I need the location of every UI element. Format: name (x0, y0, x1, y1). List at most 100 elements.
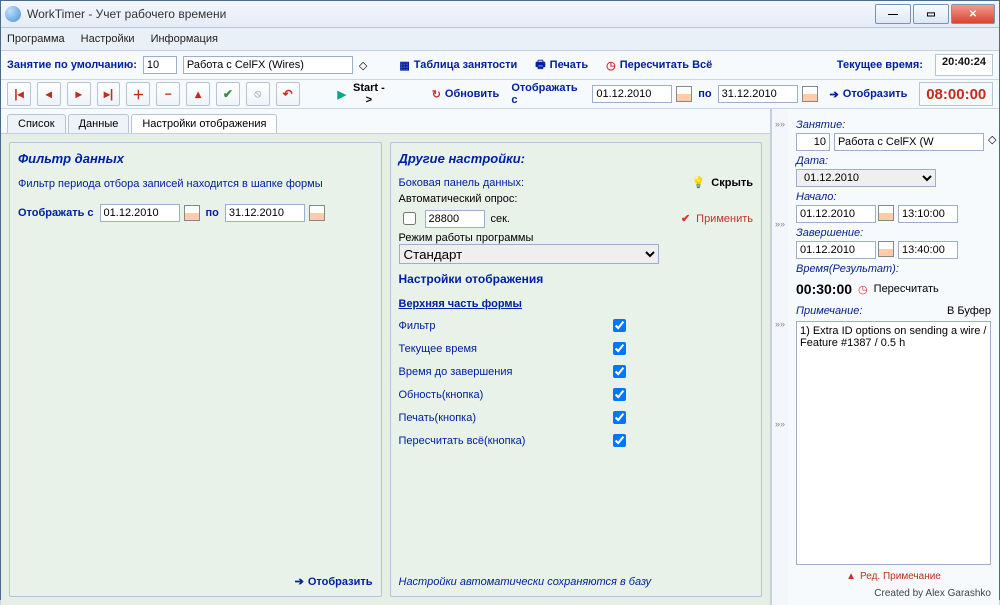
date-from-input[interactable] (592, 85, 672, 103)
side-date-label: Дата: (796, 155, 991, 167)
check-icon: ✔ (681, 212, 690, 225)
to-label: по (698, 88, 711, 100)
date-to-input[interactable] (718, 85, 798, 103)
table-icon: ▦ (399, 59, 409, 72)
filter-from-label: Отображать с (18, 207, 94, 219)
menu-program[interactable]: Программа (7, 33, 65, 45)
add-button[interactable]: ＋ (126, 82, 150, 106)
calendar-icon[interactable] (878, 241, 894, 257)
side-end-label: Завершение: (796, 227, 991, 239)
other-settings-pane: Другие настройки: Боковая панель данных:… (390, 142, 763, 597)
chk-print-label: Печать(кнопка) (399, 412, 477, 424)
eraser-icon[interactable]: ◇ (988, 133, 996, 151)
show-button[interactable]: ➔Отобразить (824, 87, 914, 102)
recalc-all-button[interactable]: ◷Пересчитать Всё (600, 58, 718, 73)
edit-note-button[interactable]: ▲Ред. Примечание (796, 571, 991, 582)
play-icon: ▶ (337, 88, 345, 101)
filter-pane: Фильтр данных Фильтр периода отбора запи… (9, 142, 382, 597)
first-button[interactable]: |◂ (7, 82, 31, 106)
side-task-label: Занятие: (796, 119, 991, 131)
to-buffer-button[interactable]: В Буфер (947, 305, 991, 317)
tab-display-settings[interactable]: Настройки отображения (131, 114, 277, 133)
seconds-label: сек. (491, 213, 511, 225)
top-form-header: Верхняя часть формы (399, 298, 754, 310)
menubar: Программа Настройки Информация (1, 28, 999, 51)
print-button[interactable]: 🖶Печать (529, 55, 594, 76)
side-task-name[interactable] (834, 133, 984, 151)
side-result-label: Время(Результат): (796, 263, 991, 275)
chk-print[interactable] (613, 411, 626, 424)
hide-button[interactable]: Скрыть (711, 177, 753, 189)
tab-data[interactable]: Данные (68, 114, 130, 133)
filter-date-to[interactable] (225, 204, 305, 222)
side-end-time[interactable] (898, 241, 958, 259)
chk-endtime-label: Время до завершения (399, 366, 513, 378)
auto-poll-input[interactable] (425, 210, 485, 228)
busy-table-button[interactable]: ▦Таблица занятости (393, 58, 523, 73)
chk-obnost[interactable] (613, 388, 626, 401)
chevron-right-icon: »» (775, 219, 785, 229)
auto-poll-label: Автоматический опрос: (399, 193, 754, 205)
next-button[interactable]: ▸ (67, 82, 91, 106)
calendar-icon[interactable] (878, 205, 894, 221)
default-task-id-input[interactable] (143, 56, 177, 74)
close-button[interactable]: ✕ (951, 4, 995, 24)
side-date-select[interactable]: 01.12.2010 (796, 169, 936, 187)
chk-curtime-label: Текущее время (399, 343, 477, 355)
chk-endtime[interactable] (613, 365, 626, 378)
current-time-label: Текущее время: (837, 59, 923, 71)
default-task-label: Занятие по умолчанию: (7, 59, 137, 71)
default-task-name-input[interactable] (183, 56, 353, 74)
prev-button[interactable]: ◂ (37, 82, 61, 106)
up-button[interactable]: ▴ (186, 82, 210, 106)
calendar-icon[interactable] (309, 205, 325, 221)
bulb-icon: 💡 (692, 176, 706, 189)
last-button[interactable]: ▸| (97, 82, 121, 106)
tabs: Список Данные Настройки отображения (1, 109, 770, 134)
side-end-date[interactable] (796, 241, 876, 259)
calendar-icon[interactable] (184, 205, 200, 221)
mode-select[interactable]: Стандарт (399, 244, 659, 264)
filter-show-button[interactable]: ➔Отобразить (18, 575, 373, 588)
chk-curtime[interactable] (613, 342, 626, 355)
sidebar: Занятие: ◇ Дата: 01.12.2010 Начало: Заве… (788, 109, 999, 605)
other-title: Другие настройки: (399, 151, 754, 166)
side-collapse[interactable]: »» »» »» »» (771, 109, 788, 605)
maximize-button[interactable]: ▭ (913, 4, 949, 24)
calendar-icon[interactable] (676, 86, 692, 102)
mode-label: Режим работы программы (399, 232, 754, 244)
minimize-button[interactable]: — (875, 4, 911, 24)
auto-poll-checkbox[interactable] (403, 212, 416, 225)
start-button[interactable]: ▶Start -> (331, 81, 393, 107)
tab-list[interactable]: Список (7, 114, 66, 133)
refresh-button[interactable]: ↻Обновить (426, 87, 506, 102)
menu-info[interactable]: Информация (151, 33, 218, 45)
chevron-right-icon: »» (775, 419, 785, 429)
window-title: WorkTimer - Учет рабочего времени (27, 7, 875, 21)
credit-label: Created by Alex Garashko (796, 588, 991, 599)
apply-button[interactable]: Применить (696, 213, 753, 225)
note-textarea[interactable]: 1) Extra ID options on sending a wire / … (796, 321, 991, 565)
menu-settings[interactable]: Настройки (81, 33, 135, 45)
side-start-date[interactable] (796, 205, 876, 223)
cancel-button[interactable]: ⦸ (246, 82, 270, 106)
side-start-time[interactable] (898, 205, 958, 223)
filter-date-from[interactable] (100, 204, 180, 222)
app-icon (5, 6, 21, 22)
current-time-value: 20:40:24 (935, 54, 993, 76)
ok-button[interactable]: ✔ (216, 82, 240, 106)
undo-button[interactable]: ↶ (276, 82, 300, 106)
remove-button[interactable]: − (156, 82, 180, 106)
chk-filter[interactable] (613, 319, 626, 332)
autosave-hint: Настройки автоматически сохраняются в ба… (399, 576, 754, 588)
show-from-label: Отображать с (511, 82, 586, 106)
side-start-label: Начало: (796, 191, 991, 203)
calendar-icon[interactable] (802, 86, 818, 102)
side-recalc-button[interactable]: Пересчитать (874, 283, 939, 295)
chk-recalc[interactable] (613, 434, 626, 447)
eraser-icon[interactable]: ◇ (359, 59, 367, 72)
filter-to-label: по (206, 207, 219, 219)
side-task-id[interactable] (796, 133, 830, 151)
chk-filter-label: Фильтр (399, 320, 436, 332)
chevron-right-icon: »» (775, 119, 785, 129)
